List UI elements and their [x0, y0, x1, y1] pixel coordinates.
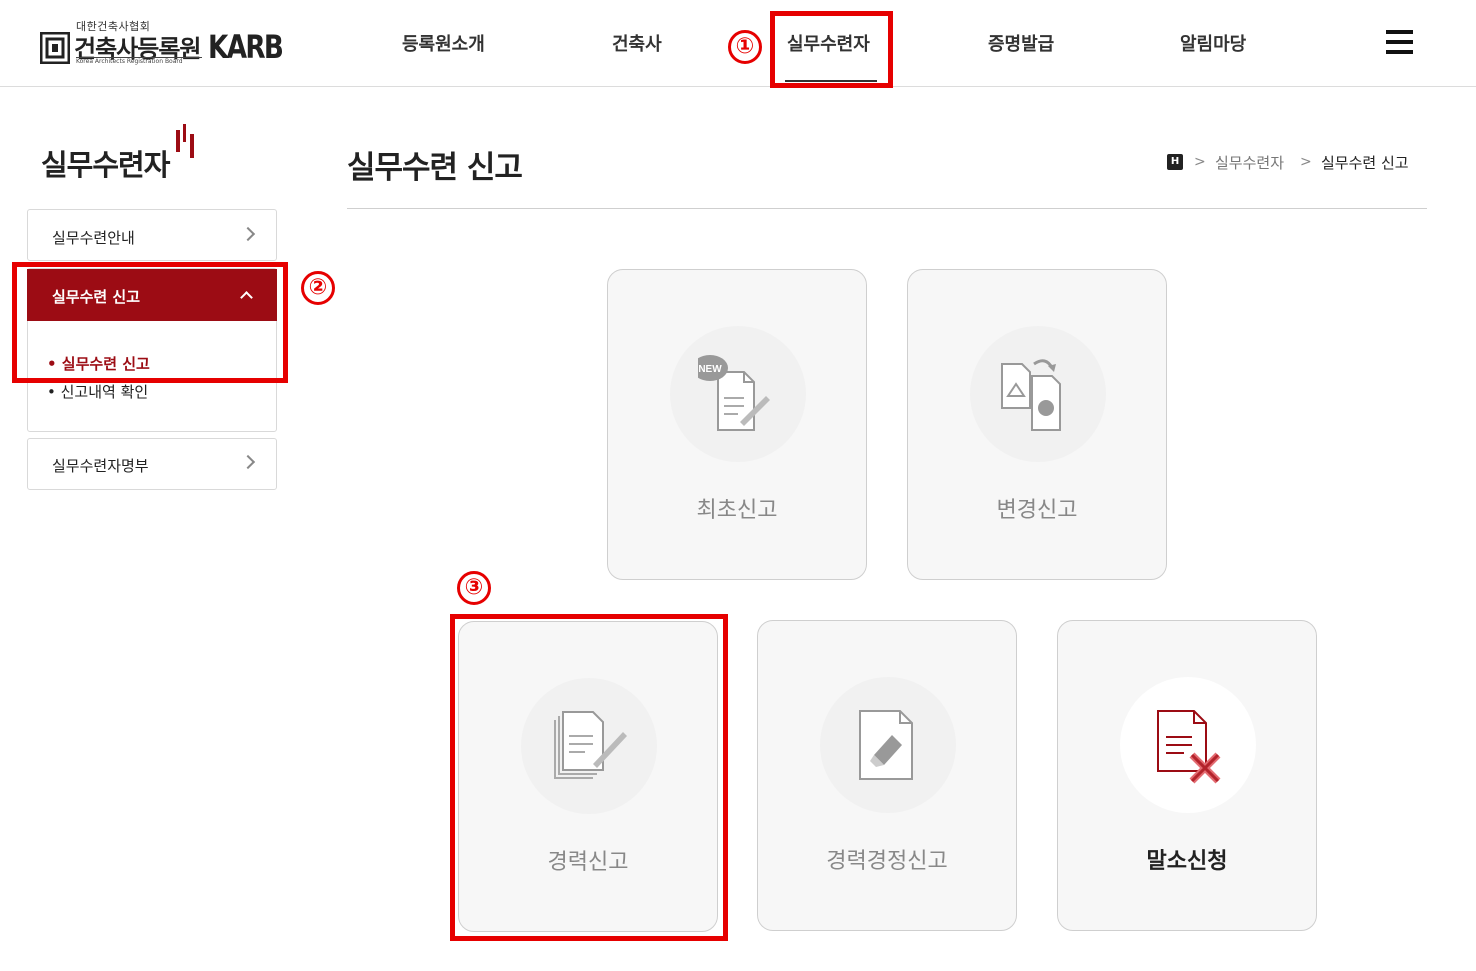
breadcrumb-item[interactable]: 실무수련자 — [1215, 152, 1284, 173]
annotation-number: ① — [728, 30, 762, 64]
card-label: 경력경정신고 — [826, 849, 948, 874]
chevron-right-icon — [240, 226, 256, 242]
card-label: 말소신청 — [1146, 849, 1228, 874]
page-title: 실무수련 신고 — [347, 150, 523, 186]
change-document-icon — [970, 326, 1106, 462]
sidebar-title: 실무수련자 — [41, 148, 170, 182]
sidebar-item-label: 실무수련자명부 — [52, 457, 149, 475]
annotation-box-1 — [770, 11, 893, 88]
cancel-document-icon — [1120, 677, 1256, 813]
card-label: 최초신고 — [696, 498, 778, 523]
annotation-number: ③ — [457, 571, 491, 605]
sidebar-item-guide-row[interactable]: 실무수련안내 — [27, 210, 277, 262]
sidebar-item-roster-row[interactable]: 실무수련자명부 — [27, 438, 277, 490]
breadcrumb-separator-icon: > — [1300, 154, 1312, 170]
logo-mark-icon — [40, 32, 70, 64]
nav-notice[interactable]: 알림마당 — [1180, 30, 1246, 56]
title-accent-icon — [176, 124, 194, 158]
breadcrumb-separator-icon: > — [1194, 154, 1206, 170]
hamburger-icon[interactable] — [1386, 30, 1413, 54]
chevron-right-icon — [240, 454, 256, 470]
card-change-report[interactable]: 변경신고 — [907, 269, 1167, 580]
sidebar-item-label: 실무수련안내 — [52, 229, 135, 247]
card-label: 변경신고 — [996, 498, 1078, 523]
karb-logo[interactable]: 대한건축사협회 건축사등록원 Korea Architects Registra… — [40, 18, 284, 68]
sidebar-sub-history[interactable]: • 신고내역 확인 — [47, 381, 148, 402]
annotation-box-2 — [12, 262, 288, 383]
nav-registration-intro[interactable]: 등록원소개 — [402, 30, 485, 56]
card-career-correction[interactable]: 경력경정신고 — [757, 620, 1017, 931]
logo-brand: KARB — [208, 28, 284, 66]
card-cancellation-request[interactable]: 말소신청 — [1057, 620, 1317, 931]
logo-english-text: Korea Architects Registration Board — [76, 57, 202, 65]
nav-architect[interactable]: 건축사 — [612, 30, 662, 56]
annotation-number: ② — [301, 271, 335, 305]
new-document-icon: NEW — [670, 326, 806, 462]
svg-text:NEW: NEW — [698, 364, 722, 375]
home-icon[interactable]: H — [1167, 154, 1183, 170]
title-divider — [347, 208, 1427, 209]
annotation-box-3 — [450, 614, 728, 941]
card-initial-report[interactable]: NEW 최초신고 — [607, 269, 867, 580]
edit-document-icon — [820, 677, 956, 813]
nav-certificate[interactable]: 증명발급 — [988, 30, 1054, 56]
breadcrumb-current: 실무수련 신고 — [1321, 154, 1409, 172]
